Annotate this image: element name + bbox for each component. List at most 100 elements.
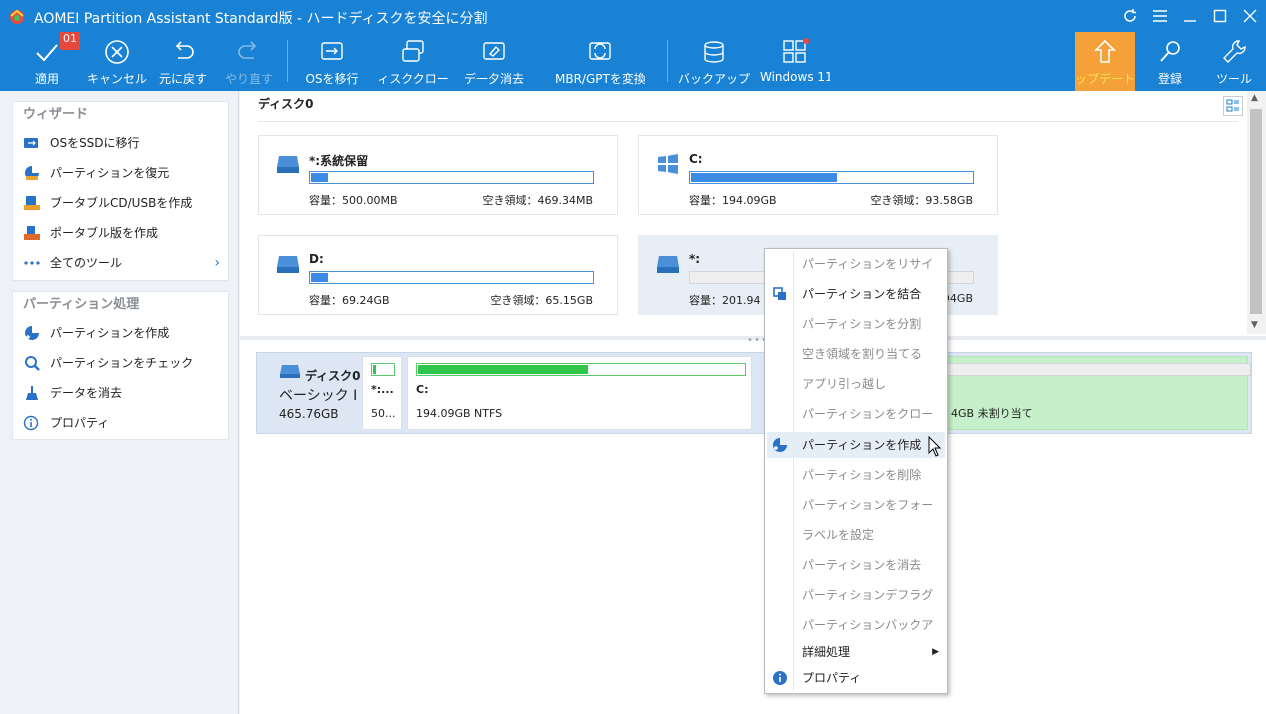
disk-heading: ディスク0 — [258, 97, 314, 111]
toolbar: 適用 01 キャンセル 元に戻す やり直す OSを移行 ィスククロー デ一夕消去… — [0, 32, 1266, 91]
cancel-button[interactable]: キャンセル — [84, 32, 150, 91]
drive-icon — [280, 365, 300, 378]
register-button[interactable]: 登録 — [1142, 32, 1198, 91]
bootable-media-icon — [24, 196, 40, 210]
scroll-up-icon[interactable]: ▲ — [1251, 93, 1258, 103]
merge-icon — [773, 287, 786, 300]
more-dots-icon — [24, 261, 40, 265]
sidebar: ウィザード OSをSSDに移行 パーティションを復元 ブータブルCD/USBを作… — [0, 91, 239, 714]
menu-item-clone-partition[interactable]: パーティションをクロー — [767, 401, 945, 427]
disk-map-row[interactable]: ディスク0 ベーシック I 465.76GB *:... 50... C: 19… — [256, 352, 1252, 434]
drive-icon — [277, 256, 299, 273]
broom-icon — [26, 386, 38, 400]
close-icon[interactable] — [1238, 4, 1262, 28]
check-icon — [25, 356, 40, 371]
menu-item-properties[interactable]: プロパティ — [767, 665, 945, 691]
usage-bar — [309, 171, 594, 184]
toolbar-divider — [667, 40, 668, 82]
tools-button[interactable]: ツール — [1206, 32, 1262, 91]
sidebar-item-bootable-media[interactable]: ブータブルCD/USBを作成 — [13, 188, 228, 218]
sidebar-item-migrate-os[interactable]: OSをSSDに移行 — [13, 128, 228, 158]
menu-item-app-mover[interactable]: アプリ引っ越し — [767, 371, 945, 397]
sidebar-item-create-partition[interactable]: パーティションを作成 — [13, 318, 228, 348]
mouse-cursor-icon — [928, 436, 942, 457]
usage-fill — [418, 365, 588, 374]
menu-item-set-label[interactable]: ラベルを設定 — [767, 522, 945, 548]
sidebar-item-wipe-data[interactable]: データを消去 — [13, 378, 228, 408]
sidebar-item-partition-recovery[interactable]: パーティションを復元 — [13, 158, 228, 188]
sidebar-item-check-partition[interactable]: パーティションをチェック — [13, 348, 228, 378]
menu-item-resize-partition[interactable]: パーティションをリサイ — [767, 251, 945, 277]
redo-icon — [238, 41, 257, 59]
partition-card-system-reserved[interactable]: *:系統保留 容量：500.00MB 空き領域：469.34MB — [258, 135, 618, 215]
menu-item-delete-partition[interactable]: パーティションを削除 — [767, 462, 945, 488]
disk-migrate-icon — [24, 138, 38, 148]
sidebar-item-properties[interactable]: プロパティ — [13, 408, 228, 438]
drive-icon — [657, 256, 679, 273]
mbr-gpt-convert-button[interactable]: MBR/GPTを変換 — [555, 32, 645, 91]
usage-fill — [691, 173, 838, 182]
partition-card-c[interactable]: C: 容量：194.09GB 空き領域：93.58GB — [638, 135, 998, 215]
menu-item-backup-partition[interactable]: パーティションバックア — [767, 612, 945, 638]
sidebar-item-all-tools[interactable]: 全てのツール › — [13, 248, 228, 278]
disk-map-name: ディスク0 — [305, 369, 361, 383]
sidebar-item-portable[interactable]: ポータブル版を作成 — [13, 218, 228, 248]
redo-button[interactable]: やり直す — [220, 32, 278, 91]
wizard-heading: ウィザード — [23, 107, 89, 122]
context-menu: パーティションをリサイ パーティションを結合 パーティションを分割 空き領域を割… — [764, 248, 948, 694]
menu-item-allocate-free-space[interactable]: 空き領域を割り当てる — [767, 341, 945, 367]
migrate-os-button[interactable]: OSを移行 — [298, 32, 366, 91]
key-search-icon — [1160, 41, 1180, 62]
menu-item-merge-partition[interactable]: パーティションを結合 — [767, 281, 945, 307]
main-panel: ディスク0 ▲ ▼ *:系統保留 容量：500.00MB 空き領域：469.34… — [240, 91, 1266, 714]
upgrade-button[interactable]: ップデート — [1075, 32, 1135, 91]
disk-migrate-icon — [321, 42, 343, 60]
divider — [258, 121, 1238, 122]
disk-map-partition-reserved[interactable]: *:... 50... — [362, 356, 402, 430]
usage-fill — [311, 273, 328, 282]
windows-logo-icon — [658, 154, 678, 174]
minimize-icon[interactable] — [1178, 4, 1202, 28]
info-icon — [23, 415, 39, 431]
menu-item-format-partition[interactable]: パーティションをフォー — [767, 492, 945, 518]
app-logo-icon — [10, 9, 24, 24]
checkmark-icon — [36, 44, 58, 62]
disk-map-partition-c[interactable]: C: 194.09GB NTFS — [407, 356, 752, 430]
disk-clone-button[interactable]: ィスククロー — [376, 32, 450, 91]
info-icon — [773, 671, 787, 685]
upgrade-arrow-icon — [1094, 39, 1116, 63]
backup-button[interactable]: バックアップ — [676, 32, 752, 91]
partition-recover-icon — [25, 166, 39, 180]
disk-map-type: ベーシック I — [279, 388, 358, 404]
usage-bar — [689, 171, 974, 184]
menu-item-split-partition[interactable]: パーティションを分割 — [767, 311, 945, 337]
partition-card-d[interactable]: D: 容量：69.24GB 空き領域：65.15GB — [258, 235, 618, 315]
partition-ops-heading: パーティション処理 — [23, 297, 140, 312]
wizard-panel: ウィザード OSをSSDに移行 パーティションを復元 ブータブルCD/USBを作… — [12, 101, 229, 281]
windows-grid-icon — [783, 38, 809, 63]
create-partition-icon — [773, 438, 787, 452]
drive-icon — [277, 156, 299, 173]
chevron-right-icon: › — [214, 255, 220, 271]
maximize-icon[interactable] — [1208, 4, 1232, 28]
undo-icon — [175, 41, 194, 59]
windows11-button[interactable]: Windows 11 — [760, 32, 830, 91]
view-toggle-icon[interactable] — [1223, 96, 1243, 116]
undo-button[interactable]: 元に戻す — [154, 32, 212, 91]
toolbar-divider — [287, 40, 288, 82]
menu-item-advanced[interactable]: 詳細処理 ▶ — [767, 639, 945, 665]
menu-item-wipe-partition[interactable]: パーティションを消去 — [767, 552, 945, 578]
wipe-button[interactable]: デ一夕消去 — [460, 32, 528, 91]
eraser-icon — [483, 42, 505, 60]
menu-icon[interactable] — [1148, 4, 1172, 28]
pending-count-badge: 01 — [60, 32, 80, 50]
refresh-icon[interactable] — [1118, 4, 1142, 28]
usage-bar — [416, 363, 746, 376]
menu-item-defrag-partition[interactable]: パーティションデフラグ — [767, 582, 945, 608]
scroll-down-icon[interactable]: ▼ — [1251, 320, 1258, 330]
scrollbar-thumb[interactable] — [1250, 109, 1262, 314]
vertical-scrollbar[interactable]: ▲ ▼ — [1247, 91, 1266, 334]
window-title: AOMEI Partition Assistant Standard版 - ハー… — [34, 11, 488, 27]
convert-icon — [589, 42, 611, 60]
menu-item-create-partition[interactable]: パーティションを作成 — [767, 432, 945, 458]
